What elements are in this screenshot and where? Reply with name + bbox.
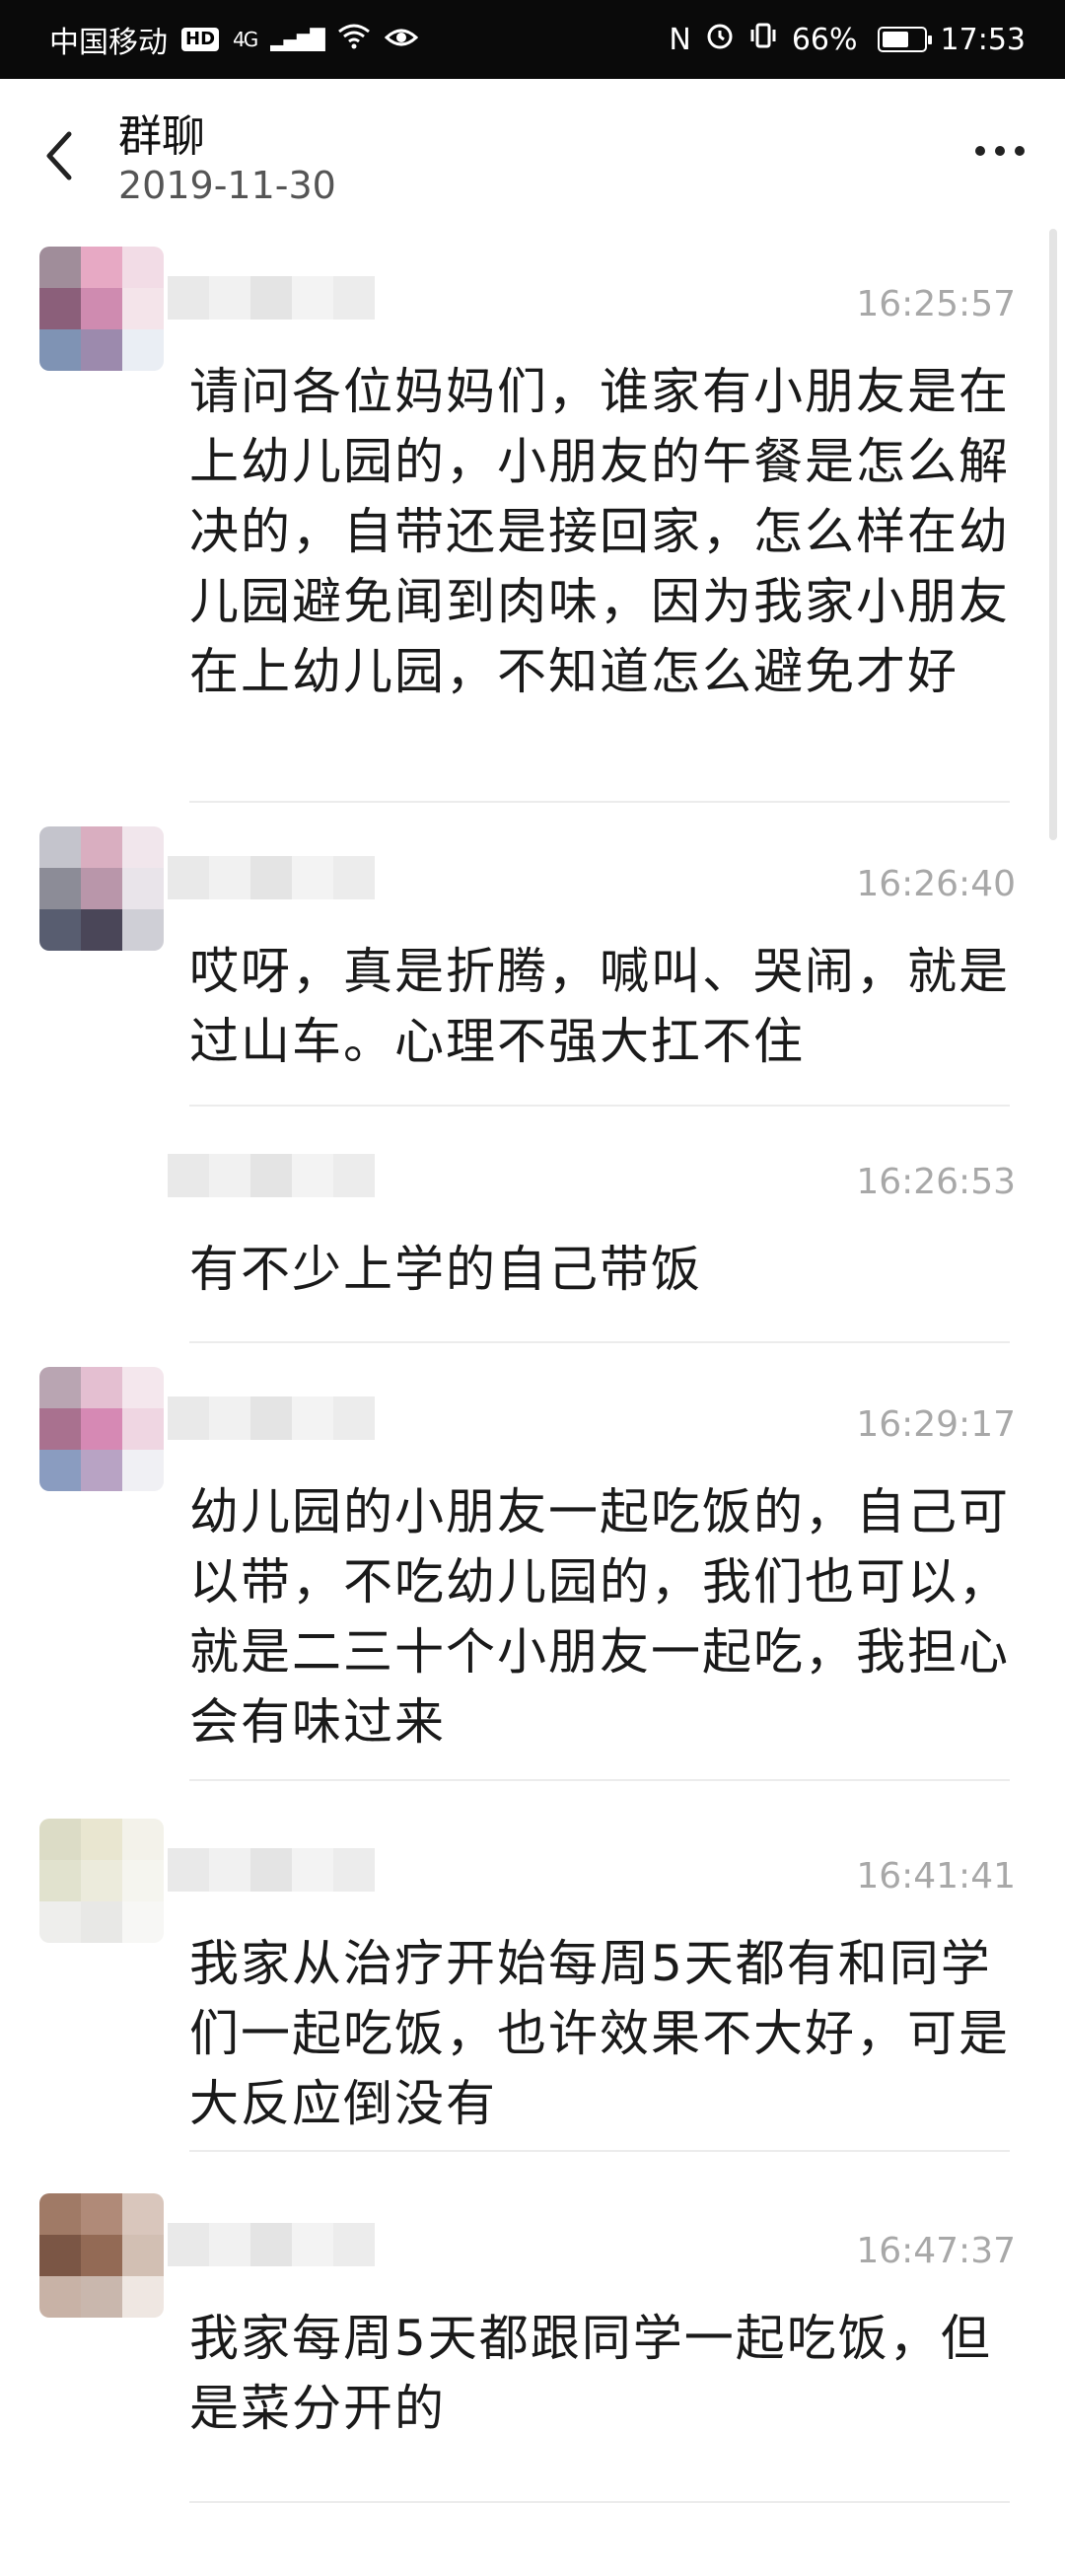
status-bar-left: 中国移动 HD 4G ▂▄▆█: [49, 18, 418, 61]
sender-name-blurred: [168, 2223, 375, 2266]
chat-screen: 中国移动 HD 4G ▂▄▆█ N 66% 17:53 群聊 2019-11-3…: [0, 0, 1065, 2576]
message-text: 我家每周5天都跟同学一起吃饭，但是菜分开的: [189, 2310, 992, 2437]
carrier-label: 中国移动: [49, 26, 168, 60]
more-options-icon[interactable]: [970, 136, 1030, 166]
avatar[interactable]: [39, 1367, 164, 1491]
message-divider: [189, 801, 1010, 803]
avatar[interactable]: [39, 826, 164, 951]
status-bar: 中国移动 HD 4G ▂▄▆█ N 66% 17:53: [0, 0, 1065, 79]
wifi-icon: [337, 22, 371, 57]
message-time: 16:25:57: [856, 284, 1016, 324]
alarm-icon: [705, 21, 735, 58]
message-text: 幼儿园的小朋友一起吃饭的，自己可以带，不吃幼儿园的，我们也可以，就是二三十个小朋…: [189, 1483, 1010, 1751]
avatar[interactable]: [39, 1819, 164, 1943]
battery-percent: 66%: [791, 22, 858, 57]
avatar[interactable]: [39, 247, 164, 371]
message-time: 16:41:41: [856, 1856, 1016, 1896]
message-divider: [189, 1341, 1010, 1343]
message-text: 请问各位妈妈们，谁家有小朋友是在上幼儿园的，小朋友的午餐是怎么解决的，自带还是接…: [189, 363, 1010, 700]
message-divider: [189, 1105, 1010, 1107]
message-time: 16:26:40: [856, 864, 1016, 904]
message-text: 有不少上学的自己带饭: [189, 1241, 702, 1298]
eye-icon: [384, 23, 418, 57]
message-time: 16:47:37: [856, 2231, 1016, 2271]
sender-name-blurred: [168, 276, 375, 320]
scroll-indicator[interactable]: [1049, 229, 1057, 840]
back-arrow-icon[interactable]: [37, 126, 87, 185]
battery-icon: [877, 27, 932, 52]
signal-icon: ▂▄▆█: [270, 28, 325, 51]
nfc-icon: N: [669, 22, 691, 57]
message-time: 16:26:53: [856, 1162, 1016, 1202]
sender-name-blurred: [168, 1396, 375, 1440]
message-time: 16:29:17: [856, 1404, 1016, 1445]
message-text: 我家从治疗开始每周5天都有和同学们一起吃饭，也许效果不大好，可是大反应倒没有: [189, 1935, 1010, 2132]
avatar[interactable]: [39, 2193, 164, 2318]
status-bar-right: N 66% 17:53: [669, 21, 1026, 58]
sender-name-blurred: [168, 1154, 375, 1197]
battery-level: [882, 32, 908, 47]
message-text: 哎呀，真是折腾，喊叫、哭闹，就是过山车。心理不强大扛不住: [189, 943, 1010, 1070]
vibrate-icon: [748, 21, 778, 58]
chat-header: 群聊 2019-11-30: [0, 79, 1065, 227]
hd-badge: HD: [181, 28, 220, 51]
chat-date: 2019-11-30: [118, 164, 336, 207]
network-type: 4G: [233, 28, 258, 51]
message-divider: [189, 1779, 1010, 1781]
clock: 17:53: [940, 22, 1026, 57]
sender-name-blurred: [168, 856, 375, 899]
message-divider: [189, 2501, 1010, 2503]
chat-title: 群聊: [118, 111, 205, 162]
sender-name-blurred: [168, 1848, 375, 1892]
message-divider: [189, 2150, 1010, 2152]
